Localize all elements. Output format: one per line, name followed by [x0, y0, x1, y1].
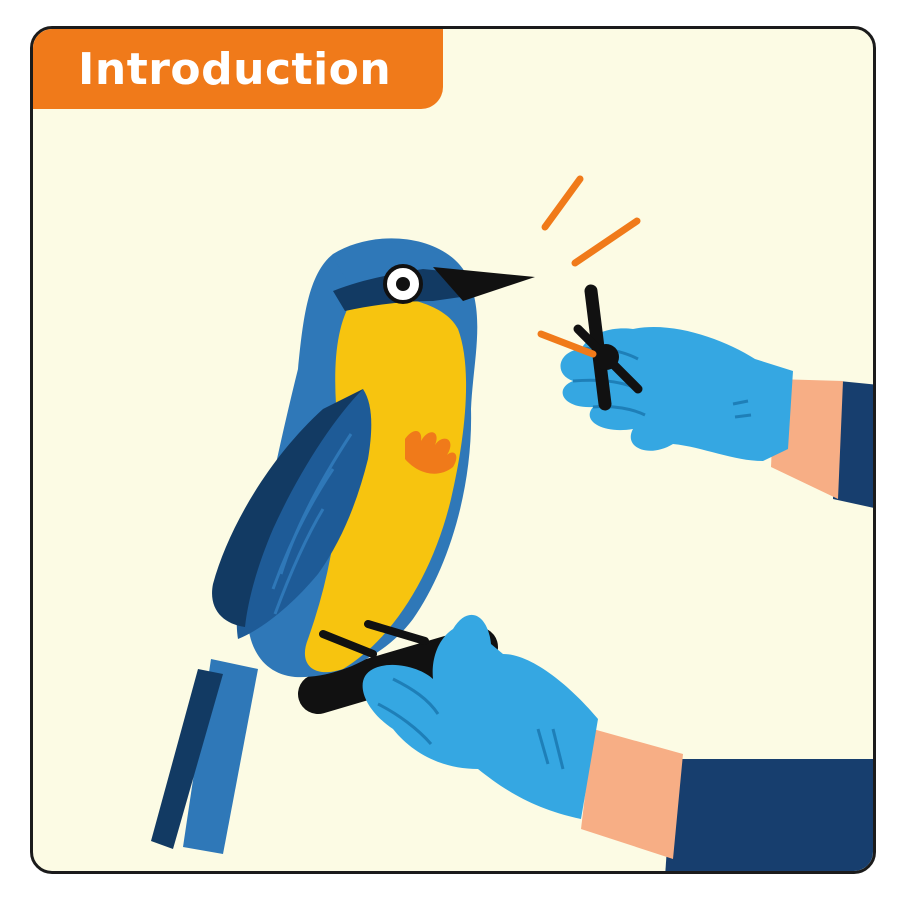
bird: [212, 238, 535, 678]
page-title: Introduction: [78, 43, 392, 95]
lower-arm: [581, 729, 873, 871]
title-banner: Introduction: [33, 29, 443, 109]
attention-lines: [541, 175, 641, 267]
bird-banding-illustration: [151, 175, 873, 871]
bird-tail: [151, 659, 258, 854]
illustration-card: Introduction: [30, 26, 876, 874]
lower-glove: [362, 614, 598, 819]
